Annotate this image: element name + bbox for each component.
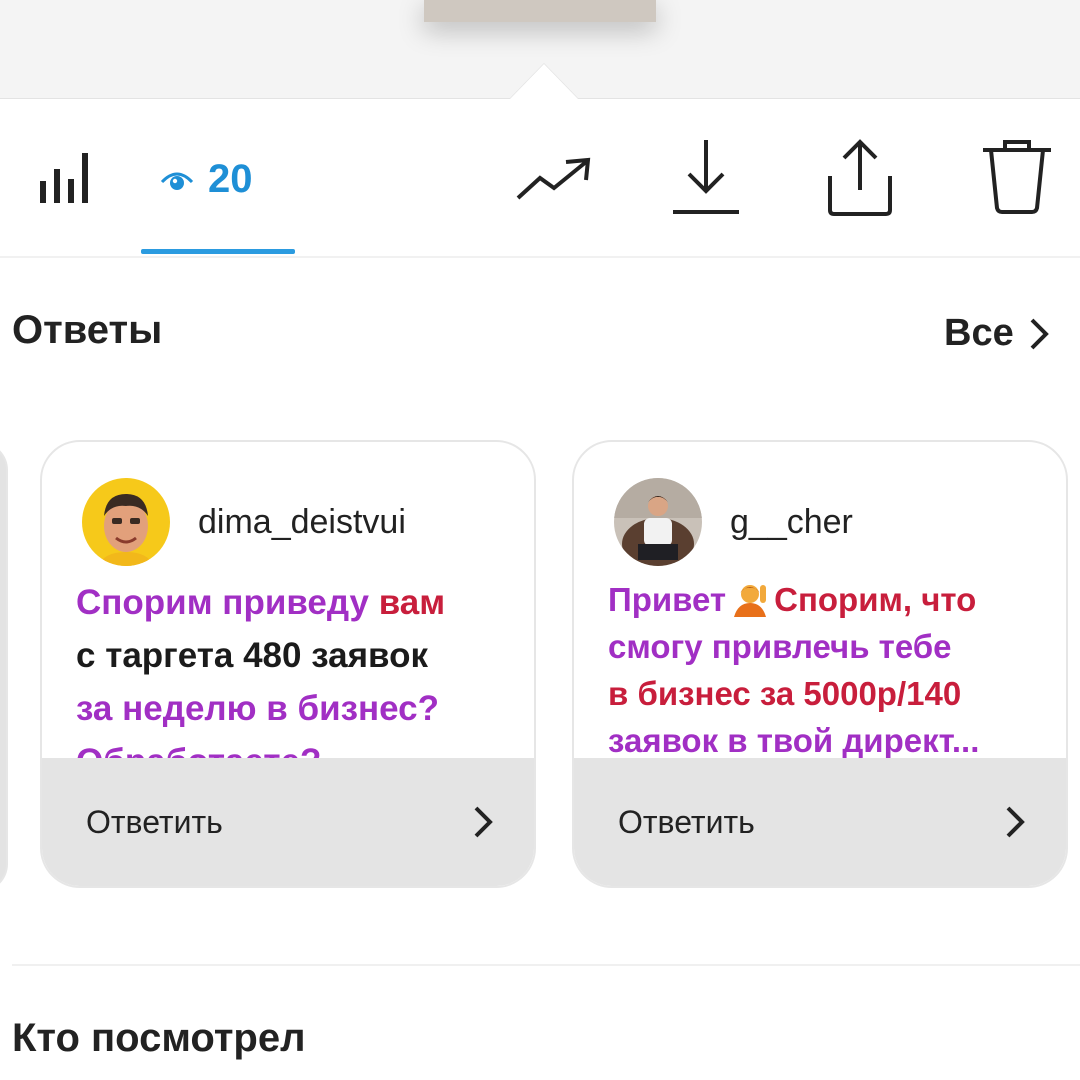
bar-chart-icon[interactable] <box>34 147 94 207</box>
username: g__cher <box>730 502 853 541</box>
message-text: в бизнес за 5000р/140 <box>608 675 962 712</box>
see-all-label: Все <box>944 312 1014 354</box>
reply-button-label: Ответить <box>618 803 755 840</box>
download-icon[interactable] <box>668 137 744 217</box>
reply-author[interactable]: dima_deistvui <box>82 478 406 566</box>
message-text: Привет <box>608 581 727 618</box>
message-text: Спорим, что <box>774 581 977 618</box>
message-text: с таргета 480 заявок <box>76 636 428 675</box>
views-count: 20 <box>208 156 253 201</box>
reply-button[interactable]: Ответить <box>42 758 534 886</box>
reply-message: Спорим приведу вам с таргета 480 заявок … <box>76 576 516 760</box>
replies-title: Ответы <box>12 308 163 352</box>
reply-card: g__cher Привет Спорим, что смогу привлеч… <box>572 440 1068 888</box>
viewers-title: Кто посмотрел <box>12 1016 306 1060</box>
chevron-right-icon <box>474 806 493 838</box>
avatar <box>614 478 702 566</box>
story-toolbar: 20 <box>0 99 1080 257</box>
section-divider <box>12 964 1080 966</box>
username: dima_deistvui <box>198 502 406 541</box>
message-text: Спорим приведу <box>76 583 379 622</box>
reply-author[interactable]: g__cher <box>614 478 853 566</box>
active-tab-indicator <box>141 249 295 254</box>
trash-icon[interactable] <box>980 137 1054 217</box>
chevron-right-icon <box>1006 806 1025 838</box>
message-text: за неделю в бизнес? <box>76 689 440 728</box>
toolbar-divider <box>0 256 1080 258</box>
chevron-right-icon <box>1030 318 1049 349</box>
story-thumbnail[interactable] <box>424 0 656 22</box>
message-text: смогу привлечь тебе <box>608 628 952 665</box>
person-raising-hand-icon <box>730 581 770 617</box>
previous-reply-card-edge[interactable] <box>0 442 8 892</box>
share-icon[interactable] <box>822 135 898 217</box>
reply-button[interactable]: Ответить <box>574 758 1066 886</box>
eye-icon <box>160 157 194 202</box>
avatar <box>82 478 170 566</box>
message-text: вам <box>378 583 446 622</box>
reply-message: Привет Спорим, что смогу привлечь тебе в… <box>608 576 1048 760</box>
reply-card: dima_deistvui Спорим приведу вам с тарге… <box>40 440 536 888</box>
story-insights-screen: 20 Ответы Все dima_deistvui Спорим приве… <box>0 0 1080 1080</box>
tab-viewers[interactable]: 20 <box>160 151 253 207</box>
message-text: заявок в твой директ... <box>608 722 980 759</box>
see-all-replies-link[interactable]: Все <box>944 312 1050 355</box>
reply-button-label: Ответить <box>86 803 223 840</box>
trending-icon[interactable] <box>512 149 596 209</box>
selected-story-pointer <box>510 64 578 99</box>
